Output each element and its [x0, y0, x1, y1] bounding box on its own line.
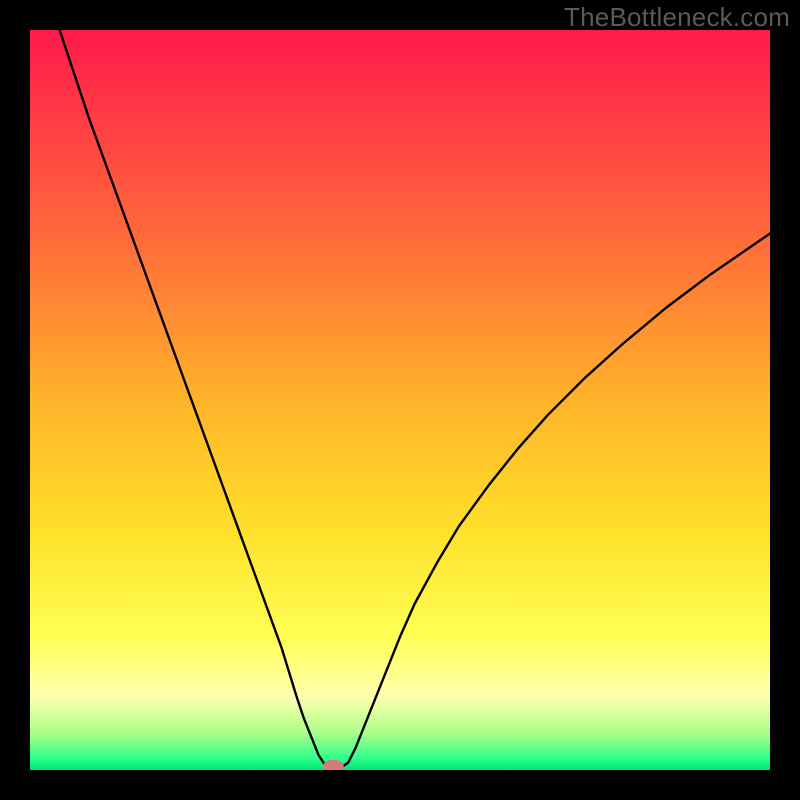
gradient-background [30, 30, 770, 770]
watermark-text: TheBottleneck.com [564, 2, 790, 33]
chart-plot-area [30, 30, 770, 770]
chart-frame: TheBottleneck.com [0, 0, 800, 800]
chart-svg [30, 30, 770, 770]
